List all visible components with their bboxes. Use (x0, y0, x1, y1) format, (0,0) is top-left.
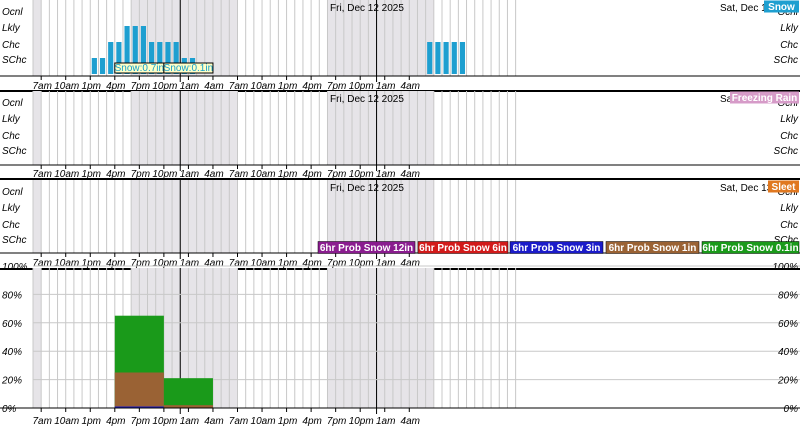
sleet-panel-category-left: Lkly (2, 203, 21, 214)
x-tick-label: 7pm (131, 416, 150, 427)
prob-y-tick-right: 20% (777, 376, 798, 387)
x-tick-label: 10am (54, 416, 79, 427)
x-tick-label: 10pm (152, 258, 177, 269)
freezing-rain-panel-category-left: Ocnl (2, 98, 23, 109)
prob-bar-0_1in (163, 378, 213, 408)
snow-bar (451, 42, 457, 74)
x-tick-label: 7am (229, 416, 248, 427)
x-tick-label: 4am (401, 416, 420, 427)
sleet-panel-category-right: Lkly (780, 203, 799, 214)
freezing-rain-panel-category-right: Lkly (780, 114, 799, 125)
legend-label: 6hr Prob Snow 1in (609, 243, 697, 254)
prob-y-tick-right: 0% (784, 404, 799, 415)
x-tick-label: 4am (204, 416, 223, 427)
x-tick-label: 4pm (302, 416, 321, 427)
snow-panel-category-right: Lkly (780, 23, 799, 34)
x-tick-label: 7pm (327, 258, 346, 269)
snow-panel-category-left: Ocnl (2, 7, 23, 18)
freezing-rain-panel-date-label: Fri, Dec 12 2025 (330, 94, 404, 105)
snow-panel-category-left: SChc (2, 55, 26, 66)
x-tick-label: 1pm (278, 416, 297, 427)
x-tick-label: 1am (376, 416, 395, 427)
freezing-rain-panel-category-right: Chc (780, 131, 798, 142)
prob-y-tick-left: 0% (2, 404, 17, 415)
sleet-panel-date-label: Sat, Dec 13 (720, 183, 773, 194)
sleet-panel-category-right: Chc (780, 220, 798, 231)
snow-bar (427, 42, 433, 74)
freezing-rain-panel-tag-label: Freezing Rain (732, 93, 798, 104)
prob-y-tick-right: 40% (778, 347, 798, 358)
freezing-rain-panel-category-left: Lkly (2, 114, 21, 125)
sleet-panel-night-shade (33, 180, 42, 253)
sleet-panel-date-label: Fri, Dec 12 2025 (330, 183, 404, 194)
legend-label: 6hr Prob Snow 6in (419, 243, 507, 254)
sleet-panel-category-left: Ocnl (2, 187, 23, 198)
snow-panel-category-right: SChc (774, 55, 798, 66)
freezing-rain-panel-category-right: SChc (774, 146, 798, 157)
snow-probability-panel-night-shade (33, 268, 42, 408)
legend-label: 6hr Prob Snow 3in (513, 243, 601, 254)
x-tick-label: 1am (180, 258, 199, 269)
x-tick-label: 4pm (302, 258, 321, 269)
x-tick-label: 1am (376, 258, 395, 269)
snow-bar (99, 58, 106, 74)
snow-panel-category-left: Chc (2, 40, 20, 51)
forecast-graph: SChc SChc Chc Chc Lkly Lkly Ocnl Ocnl Snow:0.7in… (0, 0, 800, 430)
snow-panel-date-label: Fri, Dec 12 2025 (330, 3, 404, 14)
snow-bar (443, 42, 449, 74)
x-tick-label: 10pm (152, 416, 177, 427)
prob-y-tick-right: 60% (778, 319, 798, 330)
snow-panel-night-shade (33, 0, 42, 76)
x-tick-label: 4pm (106, 258, 125, 269)
x-tick-label: 10am (251, 258, 276, 269)
sleet-panel-category-left: SChc (2, 235, 26, 246)
snow-panel-category-right: Chc (780, 40, 798, 51)
forecast-chart-svg: SChc SChc Chc Chc Lkly Lkly Ocnl Ocnl Snow:0.7in… (0, 0, 800, 427)
x-tick-label: 10pm (349, 258, 374, 269)
sleet-panel-category-left: Chc (2, 220, 20, 231)
snow-panel-date-label: Sat, Dec 1 (720, 3, 767, 14)
freezing-rain-panel-category-left: SChc (2, 146, 26, 157)
prob-y-tick-right: 100% (772, 262, 798, 273)
x-tick-label: 7am (32, 258, 51, 269)
x-tick-label: 10am (251, 416, 276, 427)
x-tick-label: 7am (32, 416, 51, 427)
x-tick-label: 1pm (82, 258, 101, 269)
snow-bar (108, 42, 114, 74)
x-tick-label: 4am (204, 258, 223, 269)
x-tick-label: 4am (401, 258, 420, 269)
snow-amount-annotation: Snow:0.7in (115, 63, 164, 74)
snow-panel-category-left: Lkly (2, 23, 21, 34)
x-tick-label: 1pm (278, 258, 297, 269)
prob-bar-1in (114, 372, 164, 408)
x-tick-label: 1am (180, 416, 199, 427)
x-tick-label: 7pm (131, 258, 150, 269)
prob-y-tick-left: 20% (1, 376, 22, 387)
x-tick-label: 1pm (82, 416, 101, 427)
freezing-rain-panel-night-shade (33, 91, 42, 165)
prob-y-tick-left: 80% (2, 290, 22, 301)
x-tick-label: 10am (54, 258, 79, 269)
snow-panel-tag-label: Snow (768, 2, 795, 13)
x-tick-label: 7am (229, 258, 248, 269)
x-tick-label: 4pm (106, 416, 125, 427)
prob-y-tick-left: 60% (2, 319, 22, 330)
x-tick-label: 7pm (327, 416, 346, 427)
sleet-panel-tag-label: Sleet (772, 182, 797, 193)
snow-bar (435, 42, 441, 74)
prob-y-tick-right: 80% (778, 290, 798, 301)
freezing-rain-panel-category-left: Chc (2, 131, 20, 142)
prob-y-tick-left: 40% (2, 347, 22, 358)
legend-label: 6hr Prob Snow 0.1in (702, 243, 798, 254)
x-tick-label: 10pm (349, 416, 374, 427)
legend-label: 6hr Prob Snow 12in (320, 243, 413, 254)
snow-bar (459, 42, 466, 74)
snow-bar (91, 58, 97, 74)
prob-y-tick-left: 100% (2, 262, 28, 273)
snow-amount-annotation: Snow:0.1in (164, 63, 213, 74)
